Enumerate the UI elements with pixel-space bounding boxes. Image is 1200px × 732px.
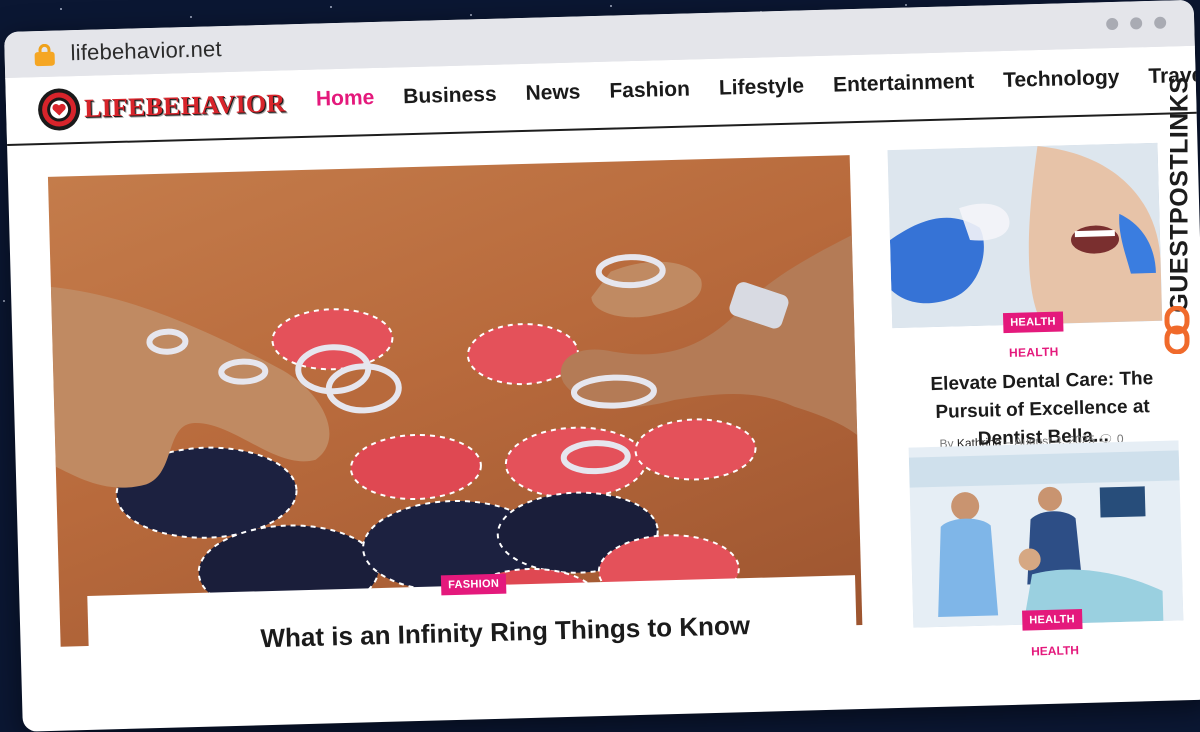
nav-entertainment[interactable]: Entertainment — [833, 70, 975, 98]
featured-category-badge[interactable]: FASHION — [440, 573, 507, 596]
browser-window: lifebehavior.net LIFEBEHAVIOR Home Busin… — [4, 0, 1200, 732]
window-dot-icon[interactable] — [1130, 17, 1143, 30]
site-logo[interactable]: LIFEBEHAVIOR — [36, 80, 286, 133]
sidebar-post2-image-badge[interactable]: HEALTH — [1022, 609, 1083, 631]
main-nav: Home Business News Fashion Lifestyle Ent… — [316, 63, 1200, 112]
lock-icon — [34, 43, 55, 67]
guestpostlinks-watermark: GUESTPOSTLINKS — [1160, 60, 1194, 356]
window-controls — [1106, 16, 1167, 31]
dental-clinic-image — [908, 440, 1184, 628]
sidebar-post1-category[interactable]: HEALTH — [1009, 345, 1059, 360]
window-dot-icon[interactable] — [1154, 16, 1167, 29]
link-chain-icon — [1164, 306, 1190, 354]
featured-image[interactable] — [47, 155, 863, 647]
nav-business[interactable]: Business — [403, 83, 497, 110]
nav-news[interactable]: News — [525, 80, 580, 105]
sidebar-post1-image[interactable] — [887, 142, 1163, 329]
nav-technology[interactable]: Technology — [1003, 66, 1120, 93]
sidebar-post2-image[interactable] — [908, 440, 1184, 628]
logo-text: LIFEBEHAVIOR — [83, 88, 286, 123]
nav-fashion[interactable]: Fashion — [609, 77, 690, 103]
window-dot-icon[interactable] — [1106, 17, 1119, 31]
watermark-text: GUESTPOSTLINKS — [1165, 76, 1194, 313]
address-bar[interactable]: lifebehavior.net — [70, 36, 222, 66]
sidebar-post1-image-badge[interactable]: HEALTH — [1002, 311, 1064, 334]
nav-lifestyle[interactable]: Lifestyle — [719, 74, 805, 100]
dental-aligner-image — [887, 142, 1163, 329]
rings-and-chips-image — [50, 235, 858, 641]
heart-target-icon — [36, 86, 83, 133]
sidebar-post2-category[interactable]: HEALTH — [1031, 643, 1079, 658]
nav-home[interactable]: Home — [316, 86, 375, 112]
